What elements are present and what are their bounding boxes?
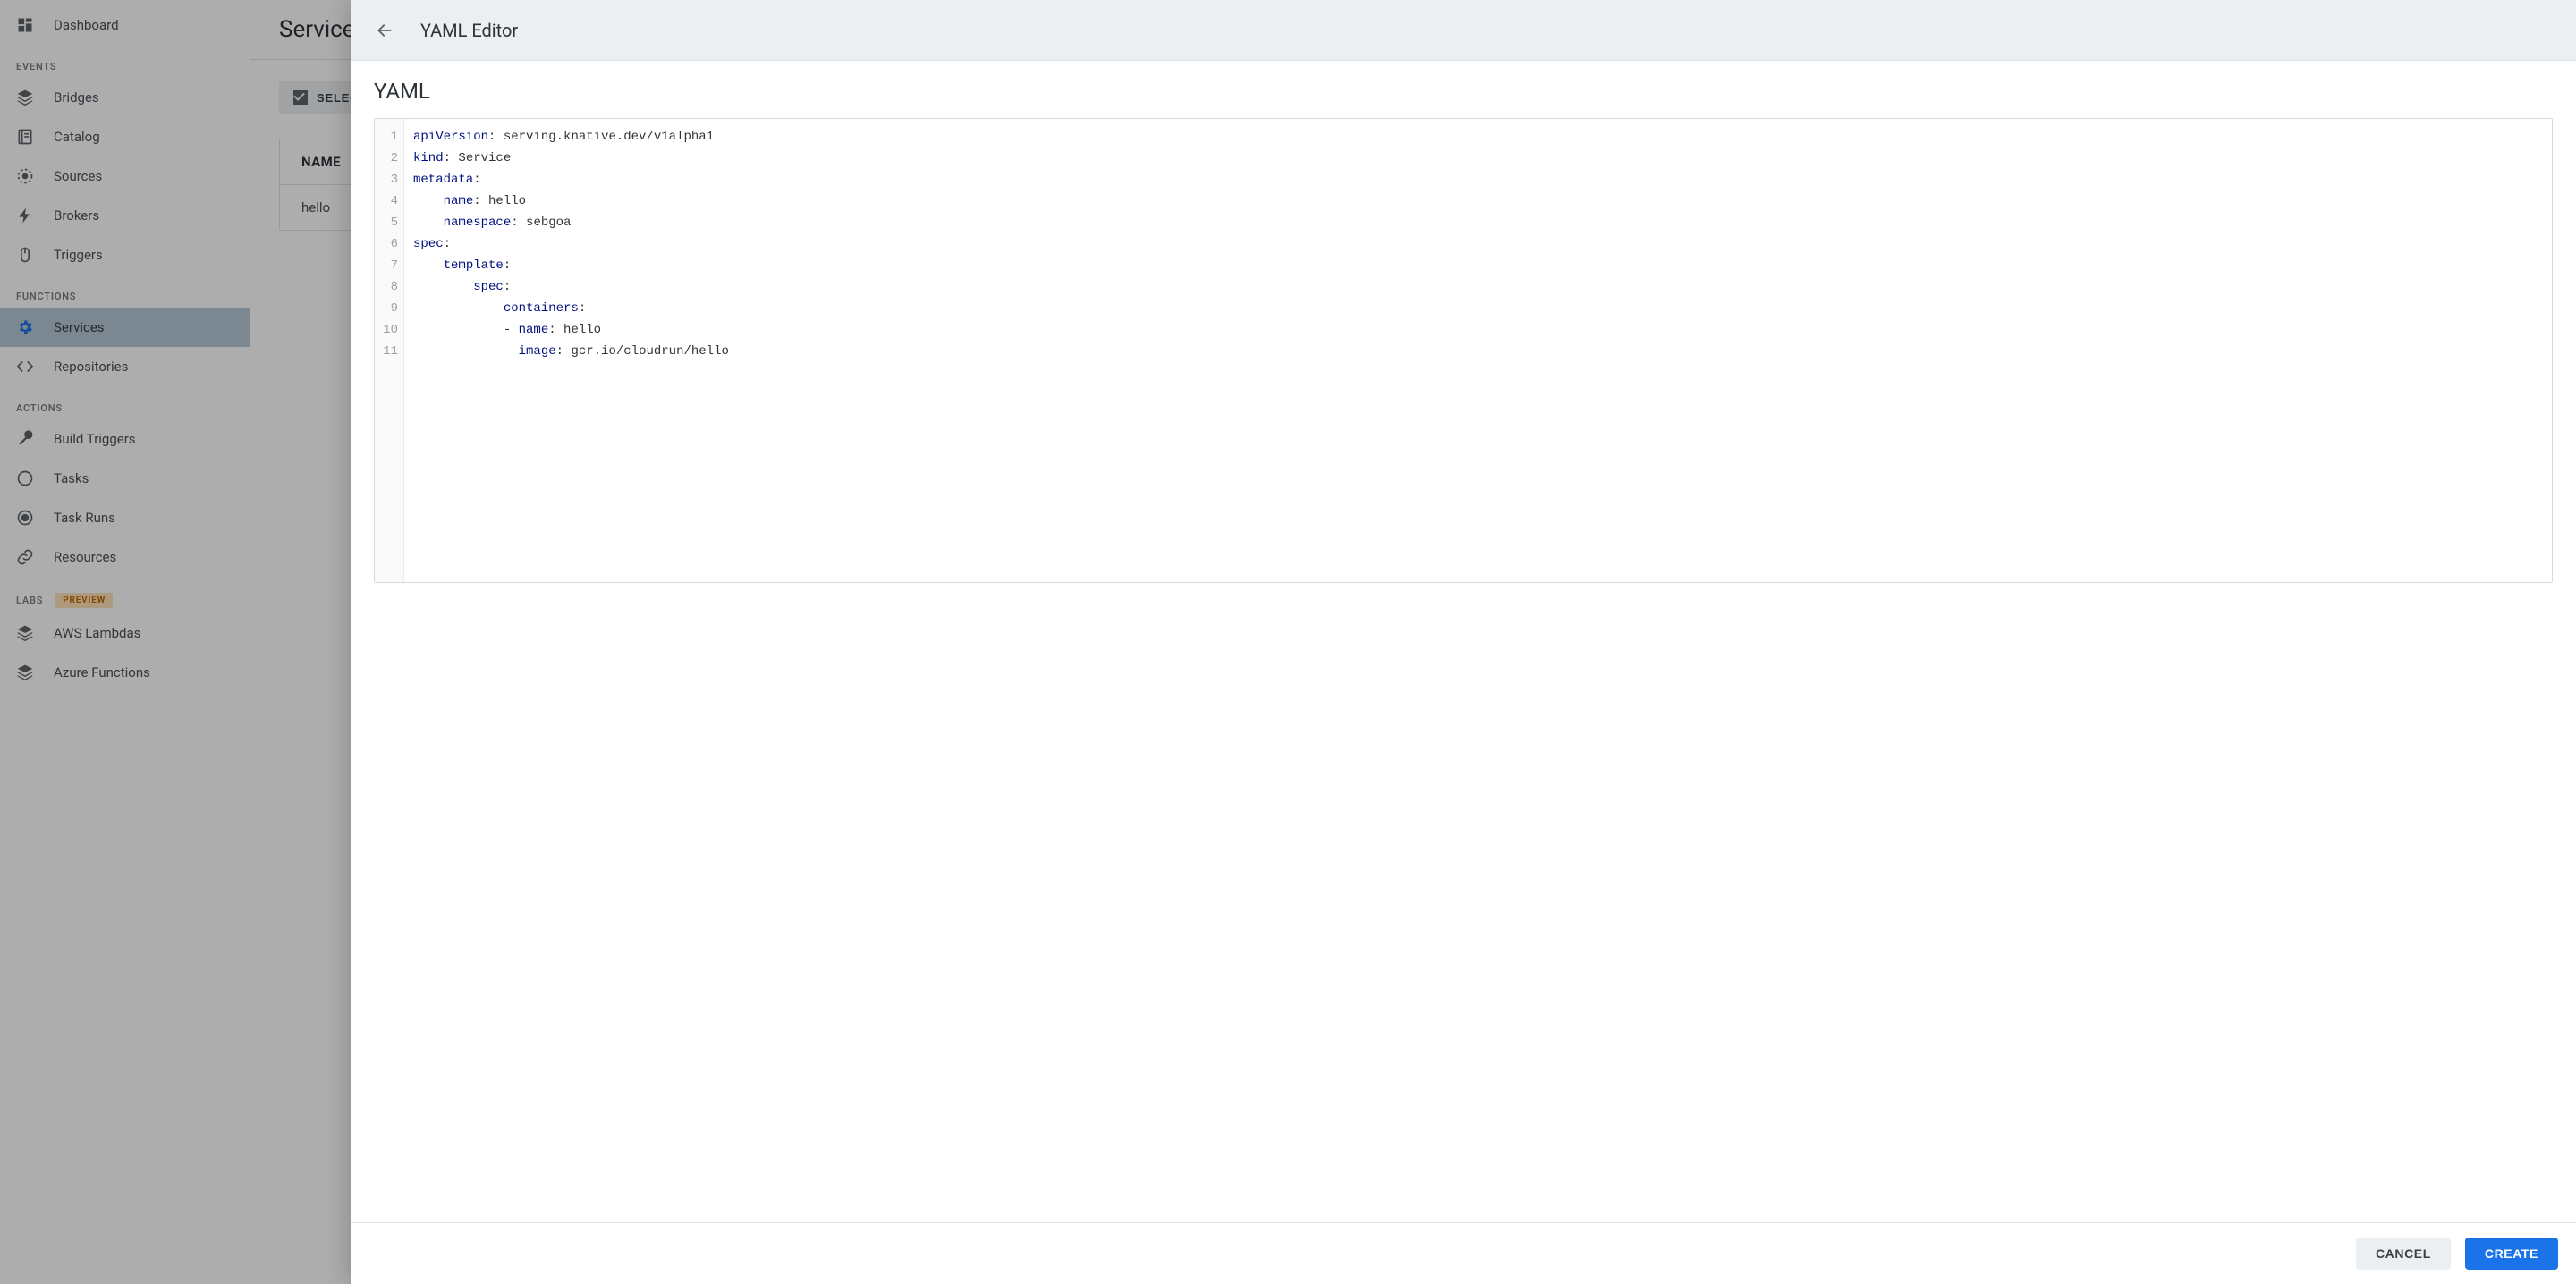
code-line: image: gcr.io/cloudrun/hello [413,341,729,362]
cancel-button[interactable]: CANCEL [2356,1238,2451,1270]
line-number: 6 [380,233,398,255]
line-number: 7 [380,255,398,276]
line-number: 1 [380,126,398,148]
line-number: 2 [380,148,398,169]
back-button[interactable] [372,18,397,43]
code-line: name: hello [413,190,729,212]
line-number-gutter: 1234567891011 [375,119,404,582]
line-number: 10 [380,319,398,341]
line-number: 3 [380,169,398,190]
code-line: metadata: [413,169,729,190]
drawer-body: YAML 1234567891011 apiVersion: serving.k… [351,61,2576,1222]
line-number: 4 [380,190,398,212]
line-number: 11 [380,341,398,362]
yaml-editor-drawer: YAML Editor YAML 1234567891011 apiVersio… [351,0,2576,1284]
code-line: spec: [413,276,729,298]
code-line: - name: hello [413,319,729,341]
code-line: spec: [413,233,729,255]
code-line: kind: Service [413,148,729,169]
code-line: containers: [413,298,729,319]
code-line: apiVersion: serving.knative.dev/v1alpha1 [413,126,729,148]
arrow-left-icon [376,21,394,39]
code-content[interactable]: apiVersion: serving.knative.dev/v1alpha1… [404,119,738,582]
yaml-code-editor[interactable]: 1234567891011 apiVersion: serving.knativ… [374,118,2553,583]
drawer-title: YAML Editor [420,20,518,41]
code-line: template: [413,255,729,276]
drawer-footer: CANCEL CREATE [351,1222,2576,1284]
create-button[interactable]: CREATE [2465,1238,2558,1270]
code-line: namespace: sebgoa [413,212,729,233]
line-number: 9 [380,298,398,319]
line-number: 8 [380,276,398,298]
drawer-header: YAML Editor [351,0,2576,61]
yaml-heading: YAML [374,79,2553,104]
line-number: 5 [380,212,398,233]
